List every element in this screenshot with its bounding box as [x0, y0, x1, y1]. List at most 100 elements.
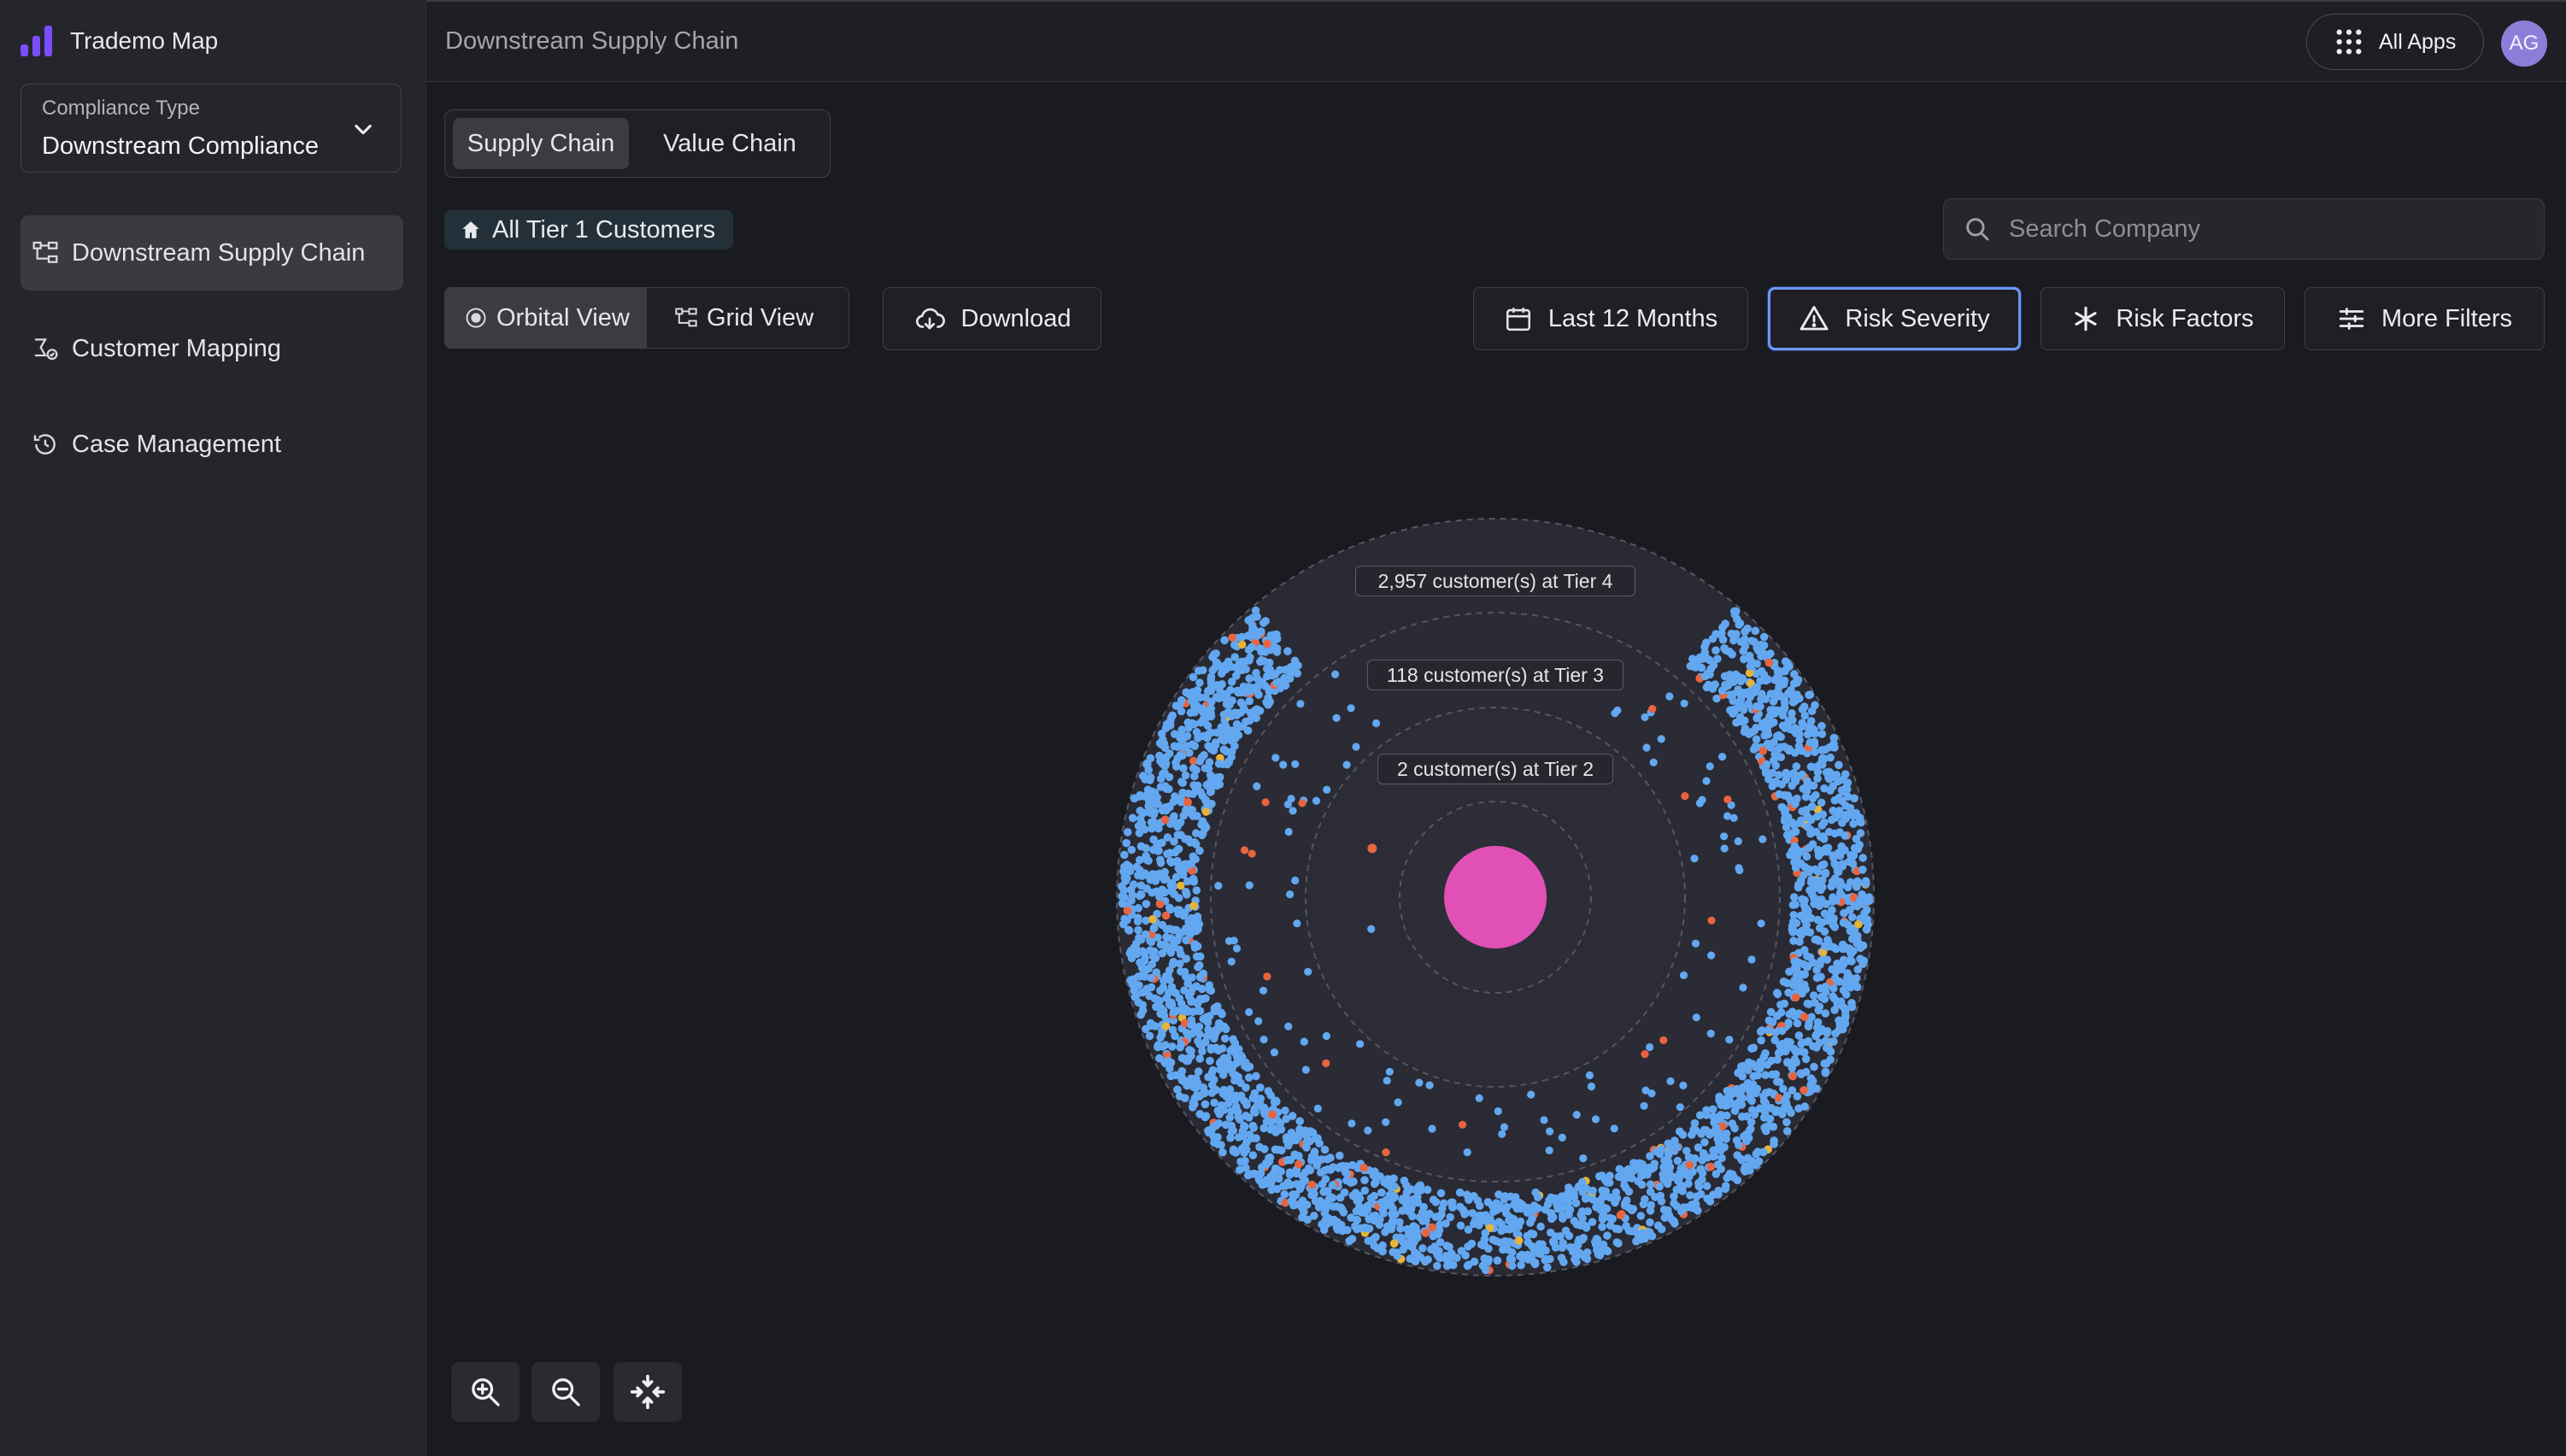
tier-4-customer-dot[interactable] — [1747, 1096, 1756, 1106]
tier-4-customer-dot[interactable] — [1164, 1056, 1172, 1066]
tier-4-customer-dot[interactable] — [1817, 746, 1826, 754]
tier-4-customer-dot[interactable] — [1791, 800, 1800, 808]
tier-4-customer-dot[interactable] — [1182, 742, 1191, 750]
tier-4-customer-dot[interactable] — [1418, 1244, 1427, 1253]
tier-4-customer-dot[interactable] — [1798, 926, 1806, 936]
tier-3-customer-dot[interactable] — [1293, 919, 1301, 928]
tier-4-customer-dot[interactable] — [1602, 1204, 1612, 1213]
tier-3-customer-dot[interactable] — [1641, 713, 1649, 721]
tier-4-customer-dot[interactable] — [1141, 930, 1150, 939]
tier-4-customer-dot[interactable] — [1148, 915, 1157, 924]
tier-3-customer-dot[interactable] — [1348, 1119, 1356, 1128]
tier-4-customer-dot[interactable] — [1272, 678, 1281, 687]
tier-4-customer-dot[interactable] — [1176, 795, 1184, 803]
tier-4-customer-dot[interactable] — [1259, 619, 1268, 627]
tier-4-customer-dot[interactable] — [1603, 1231, 1612, 1240]
tier-4-customer-dot[interactable] — [1835, 760, 1843, 770]
tier-4-customer-dot[interactable] — [1817, 821, 1827, 830]
tier-4-customer-dot[interactable] — [1856, 829, 1865, 837]
tier-4-customer-dot[interactable] — [1628, 1227, 1636, 1236]
tier-4-customer-dot[interactable] — [1835, 1020, 1845, 1029]
tier-3-customer-dot[interactable] — [1545, 1146, 1553, 1154]
tier-4-customer-dot[interactable] — [1843, 920, 1853, 929]
tier-4-customer-dot[interactable] — [1800, 1013, 1809, 1021]
tier-4-customer-dot[interactable] — [1436, 1220, 1444, 1230]
tier-4-customer-dot[interactable] — [1811, 790, 1820, 800]
tier-4-customer-dot[interactable] — [1178, 778, 1187, 787]
grid-view-button[interactable]: Grid View — [650, 288, 848, 348]
tier-4-customer-dot[interactable] — [1823, 916, 1832, 925]
tier-4-customer-dot[interactable] — [1139, 808, 1148, 818]
tier-4-customer-dot[interactable] — [1712, 646, 1720, 655]
tier-4-customer-dot[interactable] — [1188, 1019, 1196, 1029]
tier-4-customer-dot[interactable] — [1389, 1174, 1398, 1183]
tier-4-customer-dot[interactable] — [1819, 835, 1829, 843]
tier-4-customer-dot[interactable] — [1714, 1113, 1723, 1123]
tier-4-customer-dot[interactable] — [1145, 1031, 1154, 1041]
tier-4-customer-dot[interactable] — [1564, 1183, 1573, 1192]
tier-4-customer-dot[interactable] — [1531, 1246, 1541, 1255]
tier-4-customer-dot[interactable] — [1740, 727, 1749, 737]
tier-4-customer-dot[interactable] — [1759, 747, 1767, 755]
tier-4-customer-dot[interactable] — [1230, 1043, 1239, 1052]
tier-4-customer-dot[interactable] — [1300, 1207, 1308, 1217]
tier-4-customer-dot[interactable] — [1201, 1088, 1210, 1097]
tier-4-customer-dot[interactable] — [1319, 1188, 1328, 1196]
tier-3-customer-dot[interactable] — [1558, 1133, 1566, 1142]
tier-4-customer-dot[interactable] — [1543, 1263, 1552, 1272]
tier-4-customer-dot[interactable] — [1202, 798, 1212, 807]
tier-4-customer-dot[interactable] — [1182, 924, 1190, 933]
tier-4-customer-dot[interactable] — [1435, 1247, 1443, 1255]
tier-4-customer-dot[interactable] — [1158, 885, 1166, 895]
tier-4-customer-dot[interactable] — [1310, 1189, 1318, 1199]
tier-4-customer-dot[interactable] — [1641, 1195, 1649, 1204]
tier-4-customer-dot[interactable] — [1498, 1204, 1506, 1212]
tier-3-customer-dot[interactable] — [1372, 719, 1381, 728]
tier-3-customer-dot[interactable] — [1385, 1067, 1394, 1076]
tier-4-customer-dot[interactable] — [1412, 1230, 1421, 1239]
orbital-view-button[interactable]: Orbital View — [445, 288, 647, 348]
tier-4-customer-dot[interactable] — [1701, 1125, 1711, 1135]
tier-4-customer-dot[interactable] — [1673, 1156, 1682, 1165]
tier-4-customer-dot[interactable] — [1663, 1169, 1672, 1178]
tier-4-customer-dot[interactable] — [1743, 1154, 1753, 1163]
tab-value-chain[interactable]: Value Chain — [638, 118, 821, 169]
tier-3-customer-dot[interactable] — [1613, 706, 1622, 714]
tier-4-customer-dot[interactable] — [1138, 772, 1148, 780]
tier-4-customer-dot[interactable] — [1180, 908, 1189, 918]
tier-4-customer-dot[interactable] — [1770, 1136, 1778, 1145]
tier-4-customer-dot[interactable] — [1170, 837, 1178, 846]
tier-4-customer-dot[interactable] — [1514, 1222, 1524, 1231]
tier-4-customer-dot[interactable] — [1245, 1073, 1254, 1082]
tier-4-customer-dot[interactable] — [1800, 1102, 1809, 1111]
tier-4-customer-dot[interactable] — [1817, 798, 1826, 807]
tier-4-customer-dot[interactable] — [1360, 1186, 1370, 1195]
tier-3-customer-dot[interactable] — [1498, 1130, 1506, 1138]
tier-4-customer-dot[interactable] — [1688, 655, 1697, 663]
tier-4-customer-dot[interactable] — [1793, 1019, 1802, 1028]
tier-4-customer-dot[interactable] — [1788, 781, 1796, 790]
tier-4-customer-dot[interactable] — [1829, 994, 1839, 1003]
tier-4-customer-dot[interactable] — [1764, 658, 1774, 667]
tier-3-customer-dot[interactable] — [1739, 983, 1747, 992]
tier-4-customer-dot[interactable] — [1817, 972, 1825, 982]
tier-4-customer-dot[interactable] — [1699, 1148, 1708, 1158]
tier-4-customer-dot[interactable] — [1248, 643, 1256, 652]
tier-4-customer-dot[interactable] — [1849, 812, 1858, 820]
tier-4-customer-dot[interactable] — [1595, 1251, 1605, 1259]
tier-4-customer-dot[interactable] — [1552, 1232, 1560, 1241]
tier-4-customer-dot[interactable] — [1149, 810, 1159, 819]
tier-4-customer-dot[interactable] — [1806, 829, 1815, 838]
tier-4-customer-dot[interactable] — [1248, 1134, 1257, 1142]
tier-4-customer-dot[interactable] — [1824, 774, 1834, 784]
tier-4-customer-dot[interactable] — [1162, 932, 1171, 942]
tier-4-customer-dot[interactable] — [1832, 896, 1841, 905]
tier-4-customer-dot[interactable] — [1268, 671, 1277, 680]
tier-3-customer-dot[interactable] — [1706, 762, 1714, 771]
tier-4-customer-dot[interactable] — [1802, 904, 1811, 913]
tier-4-customer-dot[interactable] — [1759, 1148, 1768, 1157]
tier-4-customer-dot[interactable] — [1841, 990, 1851, 999]
tier-4-customer-dot[interactable] — [1144, 964, 1153, 973]
tier-3-customer-dot[interactable] — [1259, 986, 1268, 995]
tier-4-customer-dot[interactable] — [1174, 894, 1183, 902]
